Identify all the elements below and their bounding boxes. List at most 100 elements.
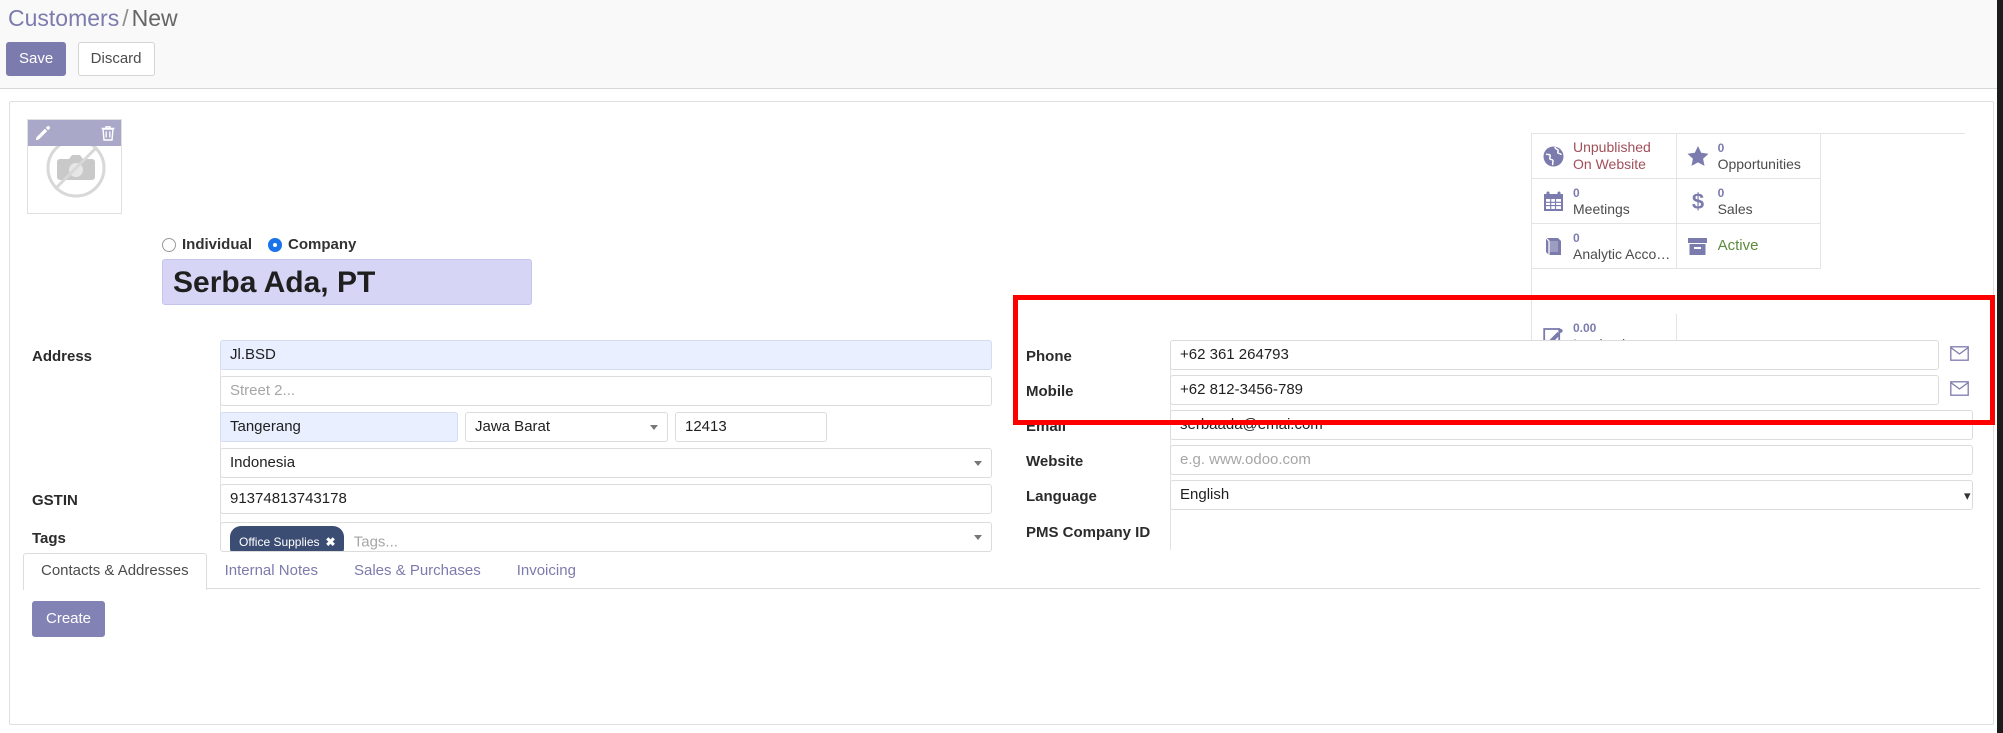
svg-text:$: $ xyxy=(1691,189,1703,214)
city-input[interactable]: Tangerang xyxy=(220,412,458,442)
envelope-icon[interactable] xyxy=(1950,346,1969,361)
tag-chip-office-supplies[interactable]: Office Supplies ✖ xyxy=(230,526,344,551)
field-row-tags: Tags Office Supplies ✖ Tags... xyxy=(32,522,992,552)
stat-label-analytic-accounts: Analytic Acco… xyxy=(1573,246,1671,262)
tag-remove-icon[interactable]: ✖ xyxy=(326,528,336,551)
radio-individual-dot[interactable] xyxy=(162,237,176,252)
radio-individual[interactable]: Individual xyxy=(162,236,252,253)
globe-icon xyxy=(1540,143,1566,169)
label-tags: Tags xyxy=(32,530,66,547)
field-row-pms-company-id: PMS Company ID xyxy=(1018,516,1973,541)
book-icon xyxy=(1540,233,1566,259)
stat-buttons: Unpublished On Website 0 Opportunities 0… xyxy=(1531,133,1965,359)
mobile-input[interactable]: +62 812-3456-789 xyxy=(1170,375,1939,405)
pencil-icon[interactable] xyxy=(34,124,52,142)
notebook-tabs: Contacts & Addresses Internal Notes Sale… xyxy=(23,553,1980,590)
radio-company[interactable]: Company xyxy=(268,236,356,253)
partner-type-radios: Individual Company xyxy=(162,236,356,253)
form-sheet: Unpublished On Website 0 Opportunities 0… xyxy=(9,101,1994,725)
mobile-field: +62 812-3456-789 xyxy=(1170,375,1973,405)
label-mobile: Mobile xyxy=(1026,383,1074,400)
email-field: serbaada@emai.com xyxy=(1170,410,1973,440)
website-field: e.g. www.odoo.com xyxy=(1170,445,1973,475)
field-row-gstin: GSTIN 91374813743178 xyxy=(32,484,992,514)
tab-internal-notes[interactable]: Internal Notes xyxy=(207,553,336,589)
breadcrumb: Customers / New xyxy=(8,5,178,32)
street-input[interactable]: Jl.BSD xyxy=(220,340,992,370)
label-gstin: GSTIN xyxy=(32,492,78,509)
breadcrumb-root[interactable]: Customers xyxy=(8,5,119,31)
label-pms-company-id: PMS Company ID xyxy=(1026,524,1151,541)
stat-label-on-website: On Website xyxy=(1573,156,1646,172)
breadcrumb-separator: / xyxy=(122,5,129,31)
tag-chip-label: Office Supplies xyxy=(239,535,320,549)
avatar-toolbar xyxy=(28,120,121,146)
notebook: Contacts & Addresses Internal Notes Sale… xyxy=(23,553,1980,637)
radio-company-label: Company xyxy=(288,236,357,253)
contact-group: Phone +62 361 264793 Mobile +62 812-3456… xyxy=(1018,340,1973,550)
phone-input[interactable]: +62 361 264793 xyxy=(1170,340,1939,370)
action-buttons: Save Discard xyxy=(6,42,155,76)
stat-button-analytic-accounts[interactable]: 0 Analytic Acco… xyxy=(1532,224,1677,269)
dollar-icon: $ xyxy=(1685,188,1711,214)
pms-company-id-input[interactable] xyxy=(1170,516,1973,540)
tags-field: Office Supplies ✖ Tags... xyxy=(220,522,992,552)
tab-panel-contacts-addresses: Create xyxy=(23,589,1980,637)
company-name-input[interactable]: Serba Ada, PT xyxy=(162,259,532,305)
tab-invoicing[interactable]: Invoicing xyxy=(499,553,594,589)
control-panel: Customers / New Save Discard xyxy=(0,0,2003,89)
trash-icon[interactable] xyxy=(99,124,117,142)
stat-label-meetings: Meetings xyxy=(1573,201,1630,217)
label-language: Language xyxy=(1026,488,1097,505)
country-value: Indonesia xyxy=(230,454,296,471)
tab-sales-purchases[interactable]: Sales & Purchases xyxy=(336,553,499,589)
language-field: English ▾ xyxy=(1170,480,1973,510)
create-button[interactable]: Create xyxy=(32,601,106,637)
city-state-zip-row: Tangerang Jawa Barat 12413 xyxy=(220,412,992,442)
zip-input[interactable]: 12413 xyxy=(675,412,827,442)
language-select[interactable]: English ▾ xyxy=(1170,480,1973,510)
stat-button-active[interactable]: Active xyxy=(1676,224,1822,269)
stat-button-sales[interactable]: $ 0 Sales xyxy=(1676,179,1822,224)
field-row-language: Language English ▾ xyxy=(1018,480,1973,510)
tags-placeholder: Tags... xyxy=(353,533,398,551)
stat-label-opportunities: Opportunities xyxy=(1717,156,1801,172)
stat-value-opportunities: 0 xyxy=(1717,140,1725,155)
stat-label-sales: Sales xyxy=(1717,201,1753,217)
address-fields: Jl.BSD Street 2... Tangerang Jawa Barat … xyxy=(220,340,992,478)
website-input[interactable]: e.g. www.odoo.com xyxy=(1170,445,1973,475)
envelope-icon[interactable] xyxy=(1950,381,1969,396)
save-button[interactable]: Save xyxy=(6,42,67,76)
label-email: Email xyxy=(1026,418,1067,435)
label-website: Website xyxy=(1026,453,1084,470)
avatar[interactable] xyxy=(27,119,122,214)
breadcrumb-current: New xyxy=(131,5,178,31)
country-select[interactable]: Indonesia xyxy=(220,448,992,478)
field-row-address: Address Jl.BSD Street 2... Tangerang Jaw… xyxy=(32,340,992,478)
state-value: Jawa Barat xyxy=(475,418,551,435)
stat-spacer-b xyxy=(1677,269,1822,314)
email-input[interactable]: serbaada@emai.com xyxy=(1170,410,1973,440)
stat-button-opportunities[interactable]: 0 Opportunities xyxy=(1676,134,1822,179)
stat-value-meetings: 0 xyxy=(1573,185,1580,200)
stat-spacer-a xyxy=(1532,269,1677,314)
radio-company-dot[interactable] xyxy=(268,237,283,252)
street2-input[interactable]: Street 2... xyxy=(220,376,992,406)
gstin-input[interactable]: 91374813743178 xyxy=(220,484,992,514)
state-select[interactable]: Jawa Barat xyxy=(465,412,668,442)
address-group: Address Jl.BSD Street 2... Tangerang Jaw… xyxy=(32,340,992,557)
pms-company-id-field xyxy=(1170,516,1973,540)
field-row-phone: Phone +62 361 264793 xyxy=(1018,340,1973,370)
archive-icon xyxy=(1685,233,1711,259)
tags-input[interactable]: Office Supplies ✖ Tags... xyxy=(220,522,992,552)
stat-label-active: Active xyxy=(1717,237,1759,255)
gstin-field: 91374813743178 xyxy=(220,484,992,514)
chevron-down-icon xyxy=(974,535,982,540)
tab-contacts-addresses[interactable]: Contacts & Addresses xyxy=(23,553,207,590)
chevron-down-icon xyxy=(974,461,982,466)
stat-button-meetings[interactable]: 0 Meetings xyxy=(1532,179,1677,224)
language-value: English xyxy=(1180,486,1230,503)
discard-button[interactable]: Discard xyxy=(77,42,155,76)
stat-value-on-website: Unpublished xyxy=(1573,138,1651,155)
stat-button-on-website[interactable]: Unpublished On Website xyxy=(1532,134,1677,179)
